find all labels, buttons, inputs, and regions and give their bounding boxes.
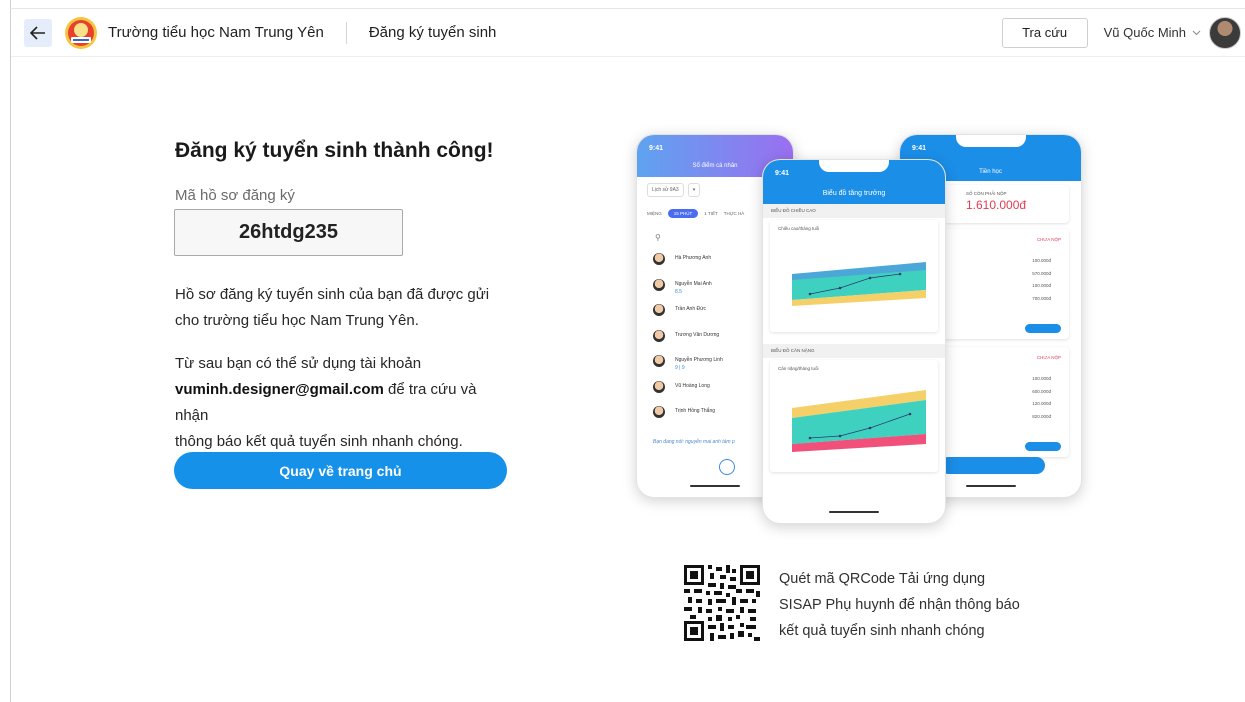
header-right: Tra cứu Vũ Quốc Minh bbox=[1001, 16, 1245, 49]
account-email: vuminh.designer@gmail.com bbox=[175, 381, 384, 398]
phone-home-indicator bbox=[965, 485, 1016, 487]
phone-time: 9:41 bbox=[912, 145, 927, 152]
phone-fee-row: 820.000đ bbox=[1032, 413, 1051, 419]
registration-code-label: Mã hồ sơ đăng ký bbox=[175, 187, 295, 204]
qr-instructions-line3: kết quả tuyển sinh nhanh chóng bbox=[779, 623, 985, 639]
phone-home-indicator bbox=[829, 511, 879, 513]
phone-tab: THỰC HÀ bbox=[723, 211, 745, 216]
phone-fee-value: 1.610.000đ bbox=[966, 198, 1027, 212]
phone-student-name: Vũ Hoàng Long bbox=[675, 382, 710, 389]
school-name: Trường tiểu học Nam Trung Yên bbox=[108, 24, 324, 41]
phone-section-height: BIỂU ĐỒ CHIỀU CAO bbox=[763, 204, 945, 218]
phone-fee-row: 570.000đ bbox=[1032, 270, 1051, 276]
back-to-home-button[interactable]: Quay về trang chủ bbox=[174, 452, 507, 489]
phone-weight-chart: Cân nặng/tháng tuổi bbox=[770, 360, 938, 472]
phone-student-name: Trần Anh Đức bbox=[675, 306, 706, 312]
account-message: Từ sau bạn có thể sử dụng tài khoản vumi… bbox=[175, 351, 505, 455]
phone-height-chart-graphic bbox=[792, 262, 926, 306]
phone-fee-row: 700.000đ bbox=[1032, 295, 1051, 301]
phone-filter-term: ▾ bbox=[687, 183, 701, 197]
submitted-message: Hồ sơ đăng ký tuyển sinh của bạn đã được… bbox=[175, 282, 505, 334]
phone-fee-row: 100.000đ bbox=[1032, 283, 1051, 288]
phone-student-score: 8.5 bbox=[675, 288, 682, 295]
qr-instructions: Quét mã QRCode Tải ứng dụng SISAP Phụ hu… bbox=[779, 566, 1039, 644]
phone-submit-button bbox=[940, 457, 1045, 474]
phone-fee-row: 100.000đ bbox=[1032, 376, 1051, 381]
phone-time: 9:41 bbox=[775, 170, 790, 177]
phone-student-name: Nguyễn Mai Anh 8.5 bbox=[675, 280, 712, 295]
phone-student-name: Nguyễn Phương Linh 9 | 9 bbox=[675, 357, 723, 371]
phone-filter-class: Lịch sử 9A3 bbox=[647, 183, 684, 197]
phone-student-avatar bbox=[653, 329, 665, 342]
phone-fee-button bbox=[1025, 442, 1061, 451]
lookup-button[interactable]: Tra cứu bbox=[1001, 17, 1088, 48]
registration-code-value: 26htdg235 bbox=[174, 209, 403, 256]
user-avatar[interactable] bbox=[1209, 16, 1241, 49]
window-left-border bbox=[10, 0, 11, 702]
top-header: Trường tiểu học Nam Trung Yên Đăng ký tu… bbox=[11, 9, 1245, 57]
phone-student-score: 9 | 9 bbox=[675, 365, 685, 371]
arrow-left-icon bbox=[30, 25, 45, 40]
phone-tab: 1 TIẾT bbox=[704, 211, 718, 216]
phone-tabs: MIỆNG 15 PHÚT 1 TIẾT THỰC HÀ bbox=[647, 209, 744, 218]
submitted-message-line1: Hồ sơ đăng ký tuyển sinh của bạn đã được… bbox=[175, 286, 490, 303]
phone-home-indicator bbox=[690, 485, 740, 487]
phone-student-name: Trương Văn Dương bbox=[675, 331, 720, 338]
user-menu-name[interactable]: Vũ Quốc Minh bbox=[1104, 25, 1186, 40]
phone-student-name: Trịnh Hồng Thắng bbox=[675, 408, 716, 414]
qr-instructions-line1: Quét mã QRCode Tải ứng dụng bbox=[779, 571, 986, 587]
header-divider bbox=[345, 21, 347, 44]
phone-fee-button bbox=[1025, 324, 1061, 333]
qr-instructions-line2: SISAP Phụ huynh để nhận thông báo bbox=[779, 597, 1020, 613]
chevron-down-icon[interactable] bbox=[1192, 30, 1201, 36]
phone-student-avatar bbox=[653, 278, 665, 291]
phone-student-avatar bbox=[653, 380, 665, 393]
microphone-icon bbox=[719, 459, 735, 475]
phone-fee-rows: 100.000đ 600.000đ 120.000đ 820.000đ bbox=[1032, 373, 1051, 423]
phone-student-avatar bbox=[653, 406, 665, 418]
phone-student-avatar bbox=[653, 355, 665, 367]
phone-student-avatar bbox=[653, 253, 665, 265]
phone-voice-note: Bạn đang nói: nguyễn mai anh tám p bbox=[653, 439, 735, 445]
back-button[interactable] bbox=[24, 18, 52, 47]
account-message-line2: vuminh.designer@gmail.com để tra cứu và … bbox=[175, 377, 505, 429]
school-logo bbox=[64, 16, 98, 50]
phone-search-icon: ⚲ bbox=[655, 233, 661, 242]
phone-fee-rows: 100.000đ 570.000đ 100.000đ 700.000đ bbox=[1032, 255, 1051, 305]
phone-fee-status: CHƯA NỘP bbox=[1036, 237, 1061, 242]
phone-fee-row: 100.000đ bbox=[1032, 258, 1051, 263]
phone-fee-row: 600.000đ bbox=[1032, 388, 1051, 394]
phone-weight-chart-graphic bbox=[792, 390, 926, 452]
phone-fee-status: CHƯA NỘP bbox=[1036, 355, 1061, 360]
submitted-message-line2: cho trường tiểu học Nam Trung Yên. bbox=[175, 312, 419, 329]
phone-notch bbox=[819, 160, 889, 172]
phone-student-avatar bbox=[653, 304, 665, 316]
qr-code-icon bbox=[684, 565, 760, 641]
phone-title: Biểu đồ tăng trưởng bbox=[822, 190, 886, 197]
phone-tab-active: 15 PHÚT bbox=[667, 209, 699, 218]
phone-time: 9:41 bbox=[649, 145, 664, 152]
phone-fee-row: 120.000đ bbox=[1032, 401, 1051, 406]
success-title: Đăng ký tuyển sinh thành công! bbox=[175, 139, 494, 162]
phone-section-weight: BIỂU ĐỒ CÂN NẶNG bbox=[763, 344, 945, 358]
phone-fee-label: SỐ CÒN PHẢI NỘP bbox=[966, 191, 1007, 196]
phone-mockup-growth: 9:41 Biểu đồ tăng trưởng BIỂU ĐỒ CHIỀU C… bbox=[762, 159, 946, 524]
account-message-line1: Từ sau bạn có thể sử dụng tài khoản bbox=[175, 355, 422, 372]
phone-tab: MIỆNG bbox=[647, 211, 662, 216]
phone-notch bbox=[955, 135, 1026, 147]
phone-height-chart: Chiều cao/tháng tuổi bbox=[770, 220, 938, 332]
phone-student-name: Hà Phương Anh bbox=[675, 255, 712, 261]
page-title: Đăng ký tuyển sinh bbox=[368, 24, 497, 41]
